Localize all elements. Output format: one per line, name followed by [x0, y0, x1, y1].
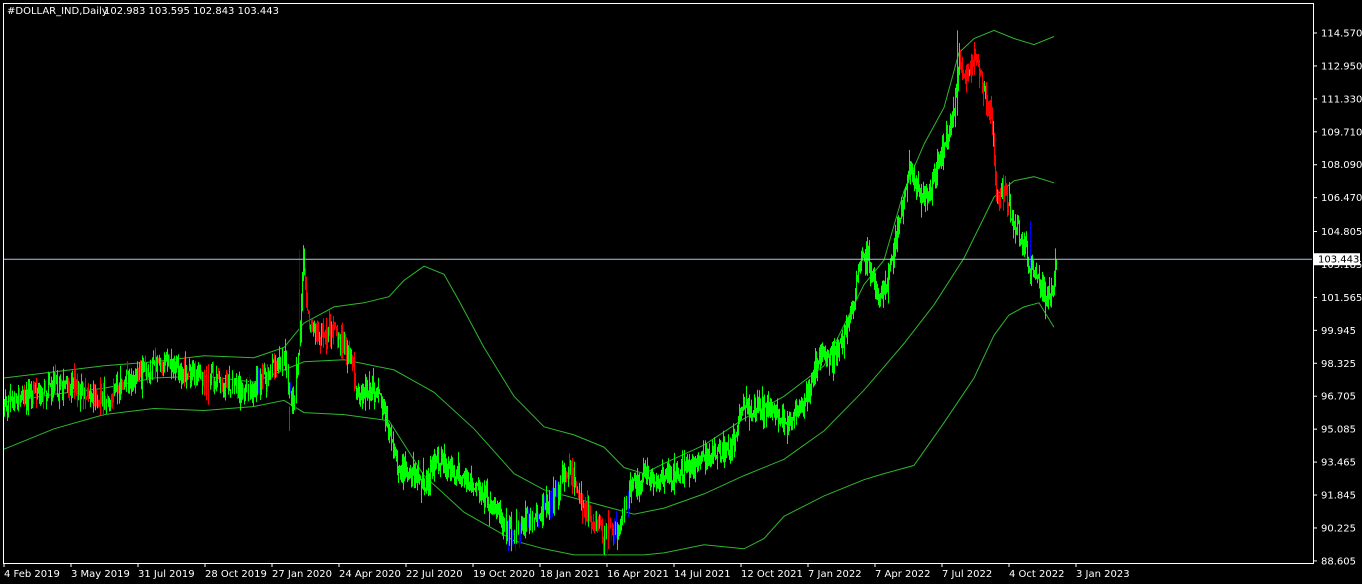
y-tick-label: 95.085 [1321, 425, 1356, 436]
y-tick-label: 114.570 [1321, 29, 1362, 40]
y-tick-label: 109.710 [1321, 127, 1362, 138]
symbol-label: #DOLLAR_IND,Daily [7, 6, 108, 17]
x-tick-label: 28 Oct 2019 [205, 569, 267, 580]
x-tick-label: 27 Jan 2020 [272, 569, 332, 580]
ohlc-label: 102.983 103.595 102.843 103.443 [104, 6, 279, 17]
price-chart[interactable]: 114.570 112.950 111.330 109.710 108.090 106.4… [0, 0, 1362, 584]
x-tick-label: 19 Oct 2020 [473, 569, 535, 580]
y-tick-label: 99.945 [1321, 326, 1356, 337]
x-tick-label: 4 Feb 2019 [4, 569, 60, 580]
x-tick-label: 24 Apr 2020 [339, 569, 401, 580]
y-tick-label: 91.845 [1321, 491, 1356, 502]
x-tick-label: 18 Jan 2021 [540, 569, 600, 580]
y-tick-label: 93.465 [1321, 458, 1356, 469]
x-tick-label: 7 Jan 2022 [808, 569, 862, 580]
x-tick-label: 14 Jul 2021 [674, 569, 731, 580]
x-tick-label: 31 Jul 2019 [138, 569, 195, 580]
y-tick-label: 88.605 [1321, 556, 1356, 567]
x-tick-label: 16 Apr 2021 [607, 569, 669, 580]
y-tick-label: 101.565 [1321, 293, 1362, 304]
x-tick-label: 3 Jan 2023 [1076, 569, 1130, 580]
x-tick-label: 12 Oct 2021 [741, 569, 803, 580]
y-tick-label: 90.225 [1321, 523, 1356, 534]
x-tick-label: 3 May 2019 [71, 569, 130, 580]
chart-background [0, 0, 1362, 584]
y-tick-label: 112.950 [1321, 61, 1362, 72]
x-tick-label: 7 Jul 2022 [942, 569, 992, 580]
y-tick-label: 108.090 [1321, 160, 1362, 171]
y-tick-label: 96.705 [1321, 392, 1356, 403]
y-tick-label: 106.470 [1321, 193, 1362, 204]
x-tick-label: 7 Apr 2022 [875, 569, 930, 580]
x-tick-label: 4 Oct 2022 [1009, 569, 1064, 580]
y-tick-label: 98.325 [1321, 359, 1356, 370]
y-tick-label: 104.805 [1321, 227, 1362, 238]
current-price-label: 103.443 [1318, 255, 1359, 266]
y-tick-label: 111.330 [1321, 94, 1362, 105]
x-tick-label: 22 Jul 2020 [406, 569, 463, 580]
